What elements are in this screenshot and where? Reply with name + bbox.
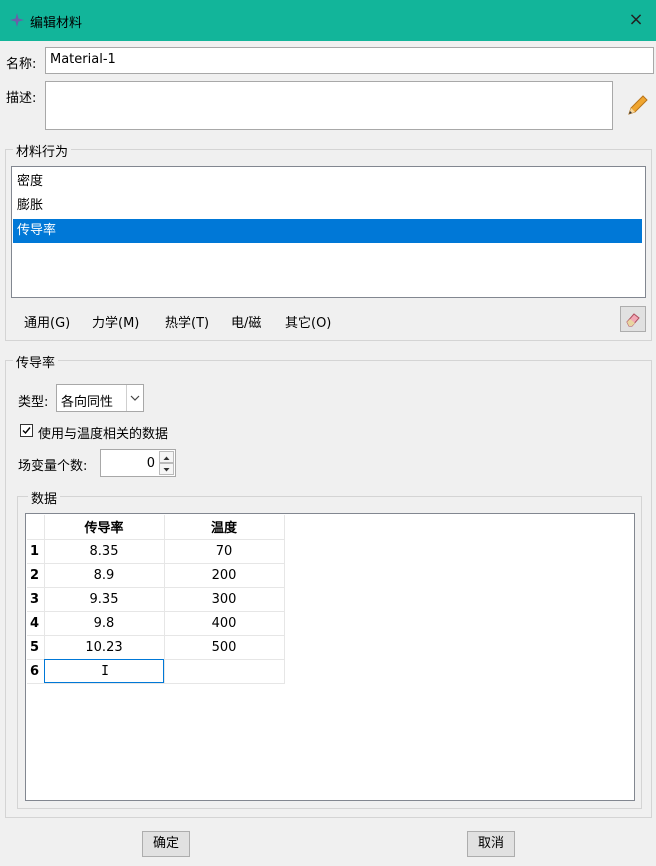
- table-cell[interactable]: 200: [164, 563, 285, 588]
- description-input[interactable]: [45, 81, 613, 130]
- type-select[interactable]: 各向同性: [56, 384, 144, 412]
- checkmark-icon: [22, 427, 31, 435]
- data-table[interactable]: 传导率 温度 1 8.35 70 2 8.9 200 3 9.35 300 4 …: [27, 515, 285, 684]
- text-cursor-icon: I: [101, 663, 109, 679]
- close-icon: ×: [628, 9, 644, 30]
- table-cell[interactable]: 9.35: [44, 587, 165, 612]
- name-label: 名称:: [6, 57, 37, 72]
- row-header[interactable]: 1: [27, 539, 45, 564]
- table-cell-editing[interactable]: I: [44, 659, 165, 684]
- table-cell[interactable]: 300: [164, 587, 285, 612]
- field-vars-value: 0: [146, 456, 155, 471]
- row-header[interactable]: 5: [27, 635, 45, 660]
- description-label: 描述:: [6, 91, 37, 106]
- temperature-checkbox[interactable]: [20, 424, 33, 437]
- data-title: 数据: [28, 488, 61, 507]
- field-vars-label: 场变量个数:: [18, 459, 88, 474]
- table-row: 5 10.23 500: [27, 635, 285, 660]
- field-vars-stepper[interactable]: 0: [100, 449, 176, 477]
- list-item[interactable]: 密度: [13, 170, 642, 194]
- delete-behavior-button[interactable]: [620, 306, 646, 332]
- cancel-button[interactable]: 取消: [467, 831, 515, 857]
- table-cell[interactable]: 70: [164, 539, 285, 564]
- menu-other[interactable]: 其它(O): [285, 312, 331, 331]
- table-cell[interactable]: 9.8: [44, 611, 165, 636]
- behaviors-list[interactable]: 密度 膨胀 传导率: [11, 166, 646, 298]
- chevron-down-icon: [126, 385, 143, 411]
- decrement-button[interactable]: [159, 463, 174, 475]
- table-cell[interactable]: 400: [164, 611, 285, 636]
- table-row: 4 9.8 400: [27, 611, 285, 636]
- name-input[interactable]: Material-1: [45, 47, 654, 74]
- pencil-icon[interactable]: [623, 92, 651, 120]
- list-item[interactable]: 传导率: [13, 219, 642, 243]
- table-row: 2 8.9 200: [27, 563, 285, 588]
- table-row: 6 I: [27, 659, 285, 684]
- column-header[interactable]: 温度: [164, 515, 285, 540]
- close-button[interactable]: ×: [626, 10, 646, 30]
- table-cell[interactable]: 500: [164, 635, 285, 660]
- row-header[interactable]: 6: [27, 659, 45, 684]
- behaviors-title: 材料行为: [13, 141, 72, 160]
- type-label: 类型:: [18, 395, 49, 410]
- window-title: 编辑材料: [30, 16, 83, 31]
- eraser-icon: [626, 313, 640, 327]
- title-bar: [0, 0, 656, 41]
- temperature-checkbox-label: 使用与温度相关的数据: [38, 427, 169, 442]
- conductivity-title: 传导率: [13, 352, 59, 371]
- increment-button[interactable]: [159, 451, 174, 463]
- corner-cell: [27, 515, 45, 540]
- table-row: 1 8.35 70: [27, 539, 285, 564]
- menu-electromagnetic[interactable]: 电/磁: [231, 312, 261, 331]
- table-cell[interactable]: 8.9: [44, 563, 165, 588]
- row-header[interactable]: 3: [27, 587, 45, 612]
- type-value: 各向同性: [61, 395, 114, 410]
- row-header[interactable]: 2: [27, 563, 45, 588]
- table-header-row: 传导率 温度: [27, 515, 285, 540]
- menu-mechanical[interactable]: 力学(M): [92, 312, 139, 331]
- ok-button[interactable]: 确定: [142, 831, 190, 857]
- table-cell[interactable]: 10.23: [44, 635, 165, 660]
- table-cell[interactable]: [164, 659, 285, 684]
- material-icon: [10, 13, 24, 27]
- list-item[interactable]: 膨胀: [13, 194, 642, 218]
- name-value: Material-1: [50, 52, 116, 67]
- row-header[interactable]: 4: [27, 611, 45, 636]
- table-cell[interactable]: 8.35: [44, 539, 165, 564]
- table-row: 3 9.35 300: [27, 587, 285, 612]
- menu-general[interactable]: 通用(G): [24, 312, 70, 331]
- menu-thermal[interactable]: 热学(T): [165, 312, 209, 331]
- column-header[interactable]: 传导率: [44, 515, 165, 540]
